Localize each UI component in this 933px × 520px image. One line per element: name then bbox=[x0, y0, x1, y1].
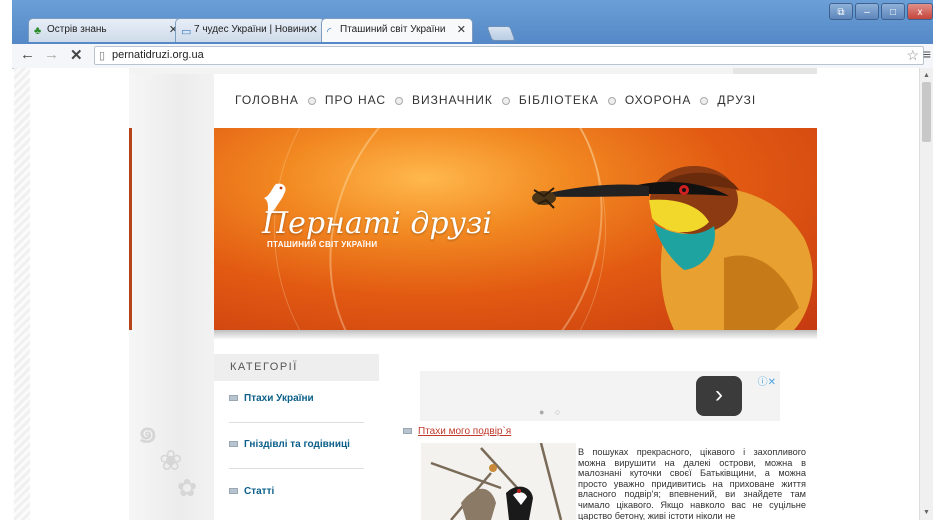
article-link[interactable]: Птахи мого подвір`я bbox=[403, 426, 511, 437]
nav-separator-icon bbox=[700, 96, 709, 105]
site-logo-text: Пернаті друзі bbox=[262, 206, 492, 241]
bullet-icon bbox=[229, 488, 238, 495]
page-background-pattern bbox=[14, 68, 30, 520]
nav-separator-icon bbox=[501, 96, 510, 105]
bullet-icon bbox=[229, 441, 238, 448]
nav-home[interactable]: ГОЛОВНА bbox=[235, 93, 299, 107]
loading-icon: ◜ bbox=[327, 26, 332, 38]
bullet-icon bbox=[403, 428, 412, 435]
banner-shadow bbox=[214, 330, 817, 340]
tab-label: Пташиний світ України bbox=[340, 24, 446, 35]
vertical-scrollbar[interactable]: ▲ ▼ bbox=[919, 68, 933, 520]
category-nests-feeders[interactable]: Гніздівлі та годівниці bbox=[229, 439, 350, 450]
tab-ptashynyi-svit[interactable]: ◜ Пташиний світ України ✕ bbox=[321, 18, 473, 42]
categories-heading: КАТЕГОРІЇ bbox=[214, 354, 379, 381]
tab-ostriv-znan[interactable]: ♣ Острів знань ✕ bbox=[28, 18, 185, 42]
browser-toolbar: ← → ✕ ▯ pernatidruzi.org.ua ☆ ≡ bbox=[12, 44, 933, 69]
divider bbox=[229, 468, 364, 469]
category-label: Птахи України bbox=[244, 393, 314, 404]
scroll-up-icon[interactable]: ▲ bbox=[923, 72, 930, 79]
ad-next-arrow-icon[interactable]: › bbox=[696, 376, 742, 416]
article-link-label: Птахи мого подвір`я bbox=[418, 426, 512, 437]
advertisement[interactable]: › ⓘ✕ bbox=[420, 371, 780, 421]
header-banner[interactable]: Пернаті друзі ПТАШИНИЙ СВІТ УКРАЇНИ bbox=[214, 128, 817, 330]
sidebar-decoration: ๑ ❀ ✿ bbox=[129, 74, 214, 520]
address-url: pernatidruzi.org.ua bbox=[112, 49, 204, 61]
nav-separator-icon bbox=[395, 96, 404, 105]
accent-bar bbox=[129, 128, 132, 330]
bullet-icon bbox=[229, 395, 238, 402]
close-icon[interactable]: ✕ bbox=[457, 23, 466, 36]
nav-separator-icon bbox=[307, 96, 316, 105]
stop-icon[interactable]: ✕ bbox=[70, 46, 83, 64]
category-label: Статті bbox=[244, 486, 275, 497]
forward-arrow-icon[interactable]: → bbox=[44, 46, 59, 63]
site-subtitle: ПТАШИНИЙ СВІТ УКРАЇНИ bbox=[267, 240, 378, 249]
maximize-button[interactable]: □ bbox=[881, 3, 905, 20]
tree-icon: ♣ bbox=[34, 25, 42, 37]
category-birds-of-ukraine[interactable]: Птахи України bbox=[229, 393, 314, 404]
tab-label: 7 чудес України | Новини bbox=[194, 24, 310, 35]
nav-identifier[interactable]: ВИЗНАЧНИК bbox=[412, 93, 493, 107]
close-icon[interactable]: ✕ bbox=[309, 23, 318, 36]
monitor-icon: ▭ bbox=[181, 26, 192, 38]
carousel-dots[interactable]: ● ○ bbox=[539, 407, 564, 417]
new-tab-button[interactable] bbox=[486, 26, 516, 41]
site-container: ๑ ❀ ✿ ГОЛОВНА ПРО НАС ВИЗНАЧНИК БІБЛІОТЕКА О… bbox=[129, 68, 817, 520]
browser-titlebar: ♣ Острів знань ✕ ▭ 7 чудес України | Нов… bbox=[12, 0, 933, 44]
nav-about[interactable]: ПРО НАС bbox=[325, 93, 386, 107]
article-excerpt: В пошуках прекрасного, цікавого і захопл… bbox=[578, 447, 806, 520]
minimize-button[interactable]: – bbox=[855, 3, 879, 20]
category-articles[interactable]: Статті bbox=[229, 486, 274, 497]
main-navigation: ГОЛОВНА ПРО НАС ВИЗНАЧНИК БІБЛІОТЕКА ОХОРОНА… bbox=[235, 93, 756, 107]
nav-library[interactable]: БІБЛІОТЕКА bbox=[519, 93, 599, 107]
category-label: Гніздівлі та годівниці bbox=[244, 439, 350, 450]
scroll-down-icon[interactable]: ▼ bbox=[923, 509, 930, 516]
divider bbox=[229, 422, 364, 423]
top-strip bbox=[129, 68, 817, 74]
back-arrow-icon[interactable]: ← bbox=[20, 46, 35, 63]
woodpecker-photo bbox=[421, 443, 576, 520]
page-icon: ▯ bbox=[99, 50, 106, 62]
swirl-icon: ๑ bbox=[137, 413, 159, 451]
restore-icon[interactable]: ⧉ bbox=[829, 3, 853, 20]
ad-choices-icon[interactable]: ⓘ✕ bbox=[758, 373, 776, 388]
tab-7-chudes[interactable]: ▭ 7 чудес України | Новини ✕ bbox=[175, 18, 325, 42]
page-viewport: ๑ ❀ ✿ ГОЛОВНА ПРО НАС ВИЗНАЧНИК БІБЛІОТЕКА О… bbox=[14, 68, 919, 520]
menu-icon[interactable]: ≡ bbox=[923, 46, 931, 62]
bee-eater-bird-image bbox=[532, 166, 813, 330]
nav-separator-icon bbox=[607, 96, 616, 105]
window-controls: ⧉ – □ x bbox=[829, 3, 933, 21]
swirl-icon: ❀ bbox=[159, 445, 183, 476]
scrollbar-thumb[interactable] bbox=[922, 82, 931, 142]
nav-protection[interactable]: ОХОРОНА bbox=[625, 93, 691, 107]
address-bar[interactable]: ▯ pernatidruzi.org.ua ☆ bbox=[94, 46, 924, 65]
close-window-button[interactable]: x bbox=[907, 3, 933, 20]
nav-friends[interactable]: ДРУЗІ bbox=[717, 93, 756, 107]
tab-label: Острів знань bbox=[47, 24, 107, 35]
swirl-icon: ✿ bbox=[177, 475, 198, 502]
categories-title: КАТЕГОРІЇ bbox=[230, 361, 298, 373]
star-icon[interactable]: ☆ bbox=[906, 47, 919, 64]
